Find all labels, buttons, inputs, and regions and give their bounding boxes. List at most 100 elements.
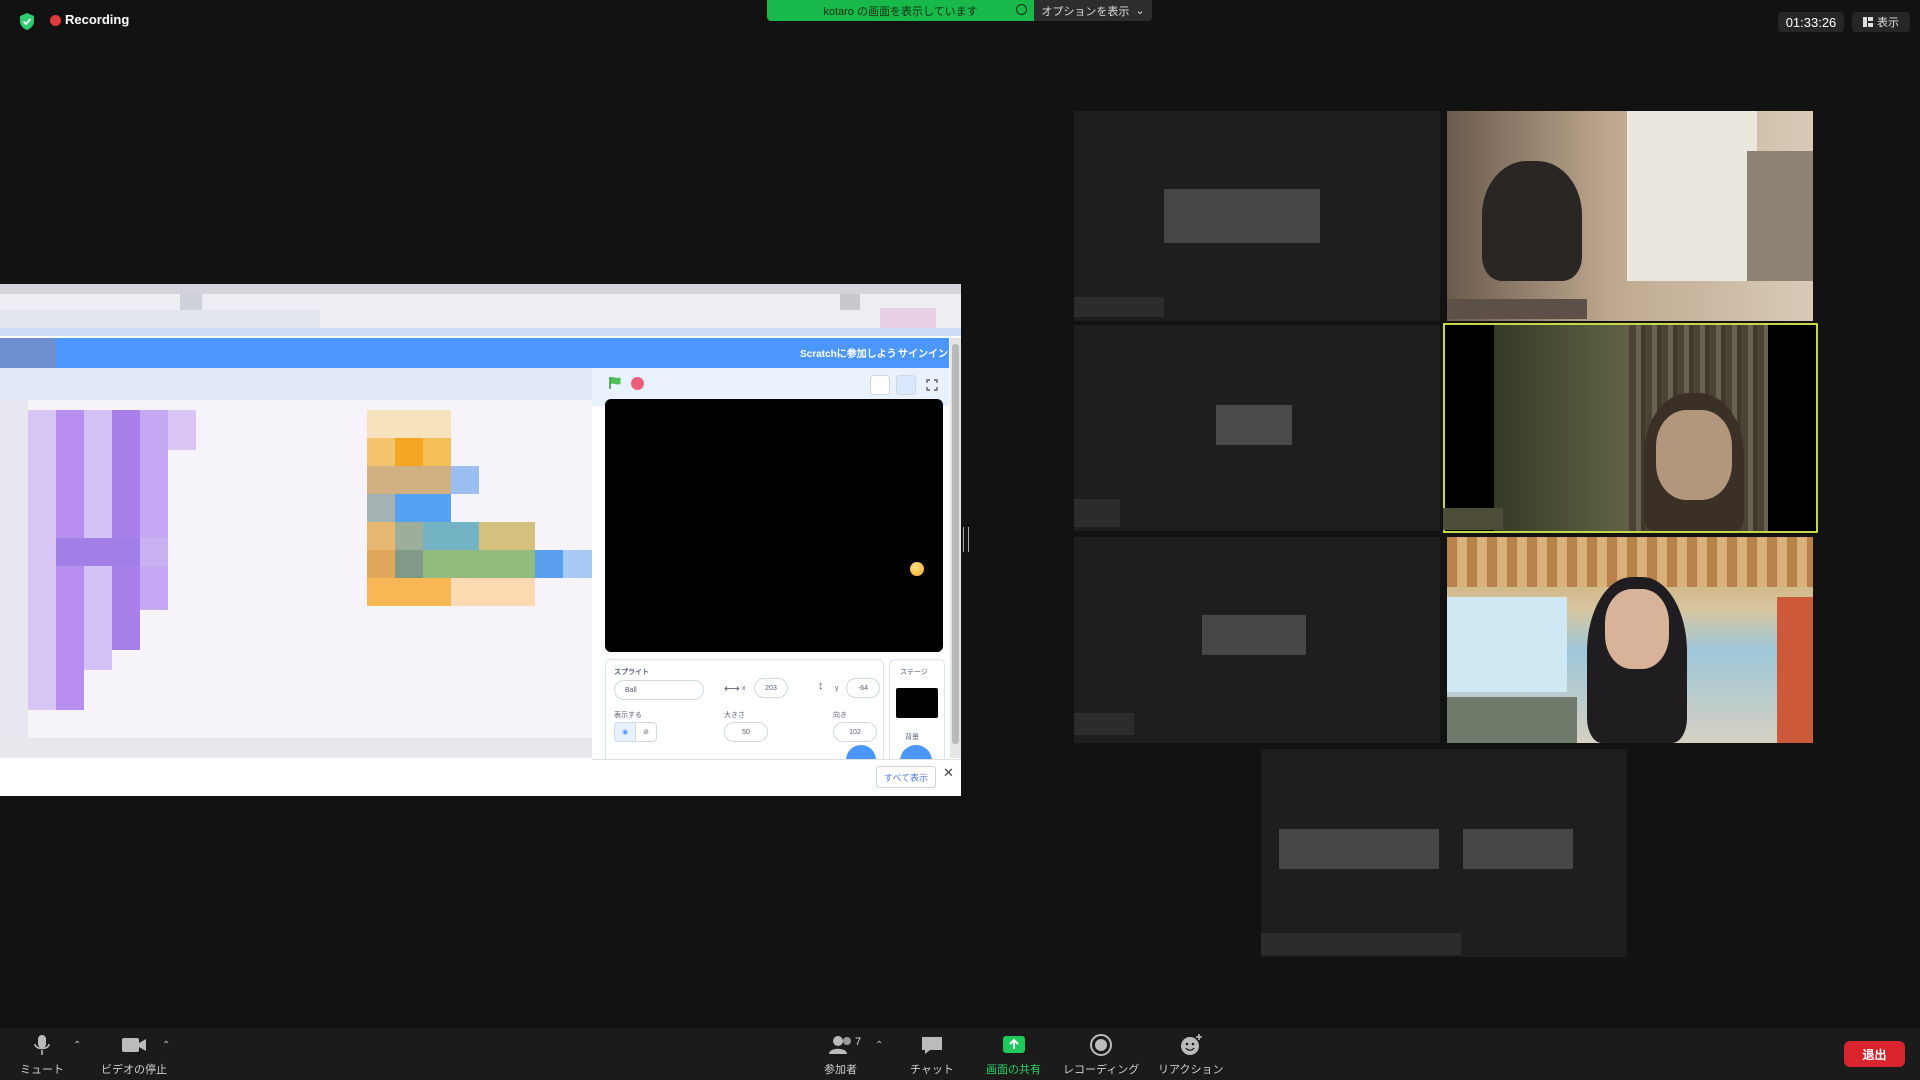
chat-label: チャット (910, 1064, 954, 1076)
door-background (1777, 597, 1813, 743)
scratch-signin-link[interactable]: サインイン (898, 345, 948, 360)
size-input[interactable]: 50 (724, 722, 768, 742)
audio-options-caret-icon[interactable]: ⌃ (73, 1040, 81, 1051)
participant-tile[interactable] (1074, 537, 1440, 743)
leave-meeting-button[interactable]: 退出 (1844, 1041, 1905, 1067)
record-button[interactable]: レコーディング (1063, 1033, 1139, 1077)
participant-count: 7 (855, 1036, 862, 1048)
grid-view-icon (1863, 17, 1873, 27)
participant-label-pixelated (1261, 933, 1461, 955)
participants-icon (828, 1036, 851, 1054)
security-shield-icon[interactable] (19, 13, 35, 30)
stop-icon[interactable] (631, 377, 644, 390)
record-label: レコーディング (1063, 1064, 1140, 1076)
small-stage-icon[interactable] (870, 375, 890, 395)
view-layout-button[interactable]: 表示 (1852, 12, 1910, 32)
participant-name-pixelated (1202, 615, 1306, 655)
y-position-input[interactable]: -64 (846, 678, 880, 698)
participant-name-pixelated (1279, 829, 1439, 869)
split-view-drag-handle[interactable] (963, 527, 969, 552)
chat-bubble-icon (921, 1037, 942, 1054)
participant-label-pixelated (1074, 499, 1120, 527)
smiley-plus-icon (1180, 1034, 1202, 1055)
x-position-input[interactable]: 203 (754, 678, 788, 698)
reactions-label: リアクション (1158, 1064, 1224, 1076)
x-arrows-icon: ⟷ (724, 683, 740, 695)
scratch-stage[interactable] (605, 399, 943, 652)
ball-sprite[interactable] (910, 562, 924, 576)
hide-sprite-icon[interactable]: ⊘ (635, 722, 657, 742)
participant-tile[interactable] (1074, 111, 1440, 321)
share-screen-icon (1002, 1036, 1025, 1053)
shared-screen[interactable]: Scratchに参加しよう サインイン スプライト Ball ⟷ x 203 ↕… (0, 284, 961, 796)
y-arrows-icon: ↕ (818, 680, 824, 692)
video-options-caret-icon[interactable]: ⌃ (162, 1040, 170, 1051)
participant-label-pixelated (1447, 299, 1587, 319)
show-all-button[interactable]: すべて表示 (876, 766, 936, 788)
participant-label-pixelated (1447, 697, 1577, 743)
stage-thumbnail[interactable] (896, 688, 938, 718)
stop-video-label: ビデオの停止 (101, 1064, 167, 1076)
chevron-down-icon: ⌄ (1135, 5, 1145, 17)
show-label: 表示する (614, 712, 642, 719)
scratch-menubar-pixelated (0, 338, 592, 368)
scratch-join-link[interactable]: Scratchに参加しよう (800, 345, 897, 360)
mute-button[interactable]: ミュート (20, 1033, 64, 1077)
direction-label: 向き (833, 712, 847, 719)
participant-video (1494, 325, 1768, 531)
view-options-button[interactable]: オプションを表示 ⌄ (1034, 0, 1152, 21)
share-screen-label: 画面の共有 (986, 1064, 1041, 1076)
participant-label-pixelated (1074, 297, 1164, 317)
browser-tabbar-pixelated (0, 284, 961, 336)
info-icon[interactable] (1016, 4, 1027, 15)
participant-label-pixelated (1443, 508, 1503, 530)
participant-tile[interactable] (1074, 325, 1440, 531)
meeting-timer: 01:33:26 (1778, 12, 1844, 32)
recording-indicator-icon (50, 15, 61, 26)
backdrop-label: 背景 (905, 734, 919, 741)
participant-silhouette (1482, 161, 1582, 281)
scrollbar-thumb[interactable] (952, 344, 959, 744)
fullscreen-icon[interactable] (922, 375, 942, 395)
share-banner-text: kotaro の画面を表示しています (823, 5, 978, 18)
wardrobe-background (1627, 111, 1757, 281)
participants-options-caret-icon[interactable]: ⌃ (875, 1040, 883, 1051)
stage-label: ステージ (900, 669, 928, 676)
view-layout-label: 表示 (1877, 17, 1899, 29)
x-label: x (742, 685, 746, 692)
stop-video-button[interactable]: ビデオの停止 (101, 1033, 167, 1077)
participant-name-pixelated (1216, 405, 1292, 445)
recording-label: Recording (65, 12, 130, 27)
participants-label: 参加者 (824, 1064, 857, 1076)
participant-label-pixelated (1074, 713, 1134, 735)
participant-tile[interactable] (1261, 749, 1627, 957)
participant-video-tile[interactable] (1447, 537, 1813, 743)
participants-button[interactable]: 参加者 (824, 1033, 857, 1077)
participant-name-pixelated (1463, 829, 1573, 869)
block-palette-pixelated (0, 368, 592, 758)
share-screen-button[interactable]: 画面の共有 (986, 1033, 1041, 1077)
window-background (1447, 597, 1567, 692)
microphone-icon (34, 1035, 50, 1055)
participant-name-pixelated (1164, 189, 1320, 243)
chat-button[interactable]: チャット (910, 1033, 954, 1077)
reactions-button[interactable]: リアクション (1158, 1033, 1223, 1077)
meeting-toolbar (0, 1028, 1920, 1080)
pixelated-area (1747, 151, 1813, 281)
sprite-name-input[interactable]: Ball (614, 680, 704, 700)
close-icon[interactable]: ✕ (943, 765, 954, 781)
view-options-label: オプションを表示 (1041, 5, 1130, 18)
show-sprite-eye-icon[interactable]: ◉ (614, 722, 636, 742)
participant-video-tile[interactable] (1447, 111, 1813, 321)
participant-face (1656, 410, 1732, 500)
video-camera-icon (122, 1038, 146, 1052)
normal-stage-icon[interactable] (896, 375, 916, 395)
screen-share-banner: kotaro の画面を表示しています (767, 0, 1034, 21)
record-icon (1090, 1034, 1113, 1056)
size-label: 大きさ (724, 712, 745, 719)
direction-input[interactable]: 102 (833, 722, 877, 742)
green-flag-icon[interactable] (608, 376, 622, 390)
participant-face (1605, 589, 1669, 669)
sprite-label: スプライト (614, 669, 649, 676)
y-label: y (835, 685, 839, 692)
